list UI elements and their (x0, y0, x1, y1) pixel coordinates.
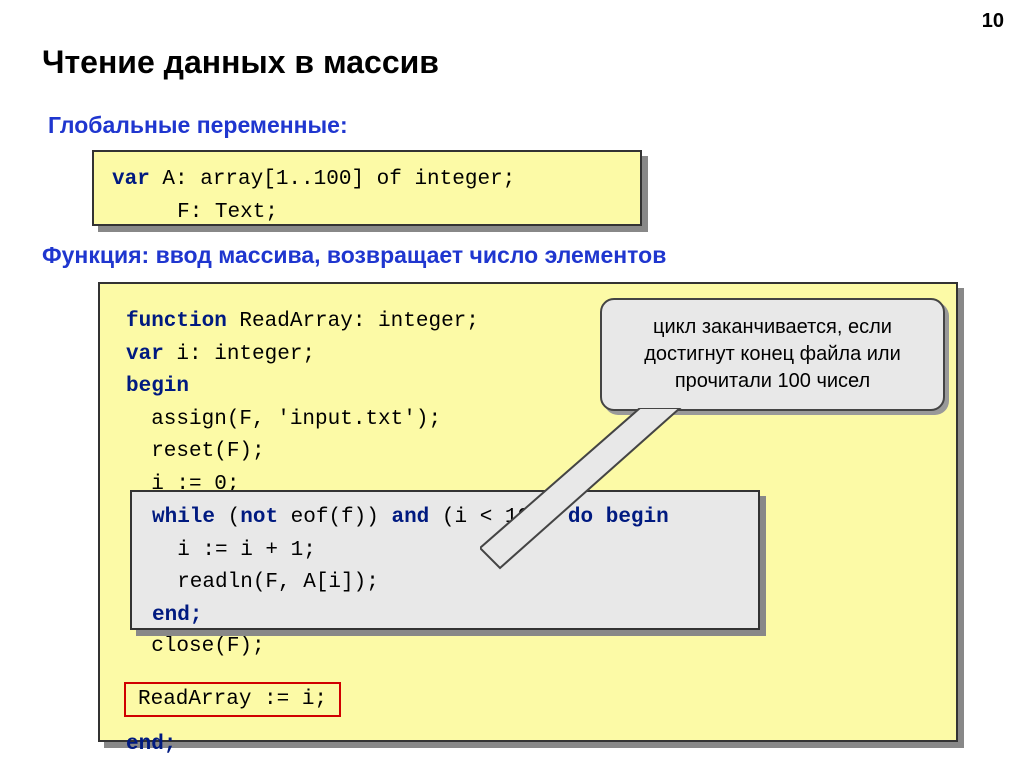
keyword-while: while (152, 506, 215, 529)
code-box-while: while (not eof(f)) and (i < 100) do begi… (130, 490, 760, 630)
subtitle-globals: Глобальные переменные: (48, 112, 348, 139)
keyword-function: function (126, 310, 227, 333)
code-globals-content: var A: array[1..100] of integer; F: Text… (92, 150, 642, 226)
page-number: 10 (982, 10, 1004, 33)
subtitle-function: Функция: ввод массива, возвращает число … (42, 242, 666, 269)
keyword-end-inner: end; (152, 604, 202, 627)
code-while-content: while (not eof(f)) and (i < 100) do begi… (130, 490, 760, 630)
callout-text: цикл заканчивается, если достигнут конец… (600, 298, 945, 411)
keyword-not: not (240, 506, 278, 529)
keyword-do-begin: do begin (568, 506, 669, 529)
keyword-and: and (391, 506, 429, 529)
code-box-globals: var A: array[1..100] of integer; F: Text… (92, 150, 642, 226)
keyword-var2: var (126, 343, 164, 366)
highlight-return-value: ReadArray := i; (124, 682, 341, 717)
keyword-end: end; (126, 733, 176, 756)
slide-title: Чтение данных в массив (42, 44, 439, 81)
keyword-begin: begin (126, 375, 189, 398)
callout-box: цикл заканчивается, если достигнут конец… (600, 298, 945, 411)
keyword-var: var (112, 168, 150, 191)
